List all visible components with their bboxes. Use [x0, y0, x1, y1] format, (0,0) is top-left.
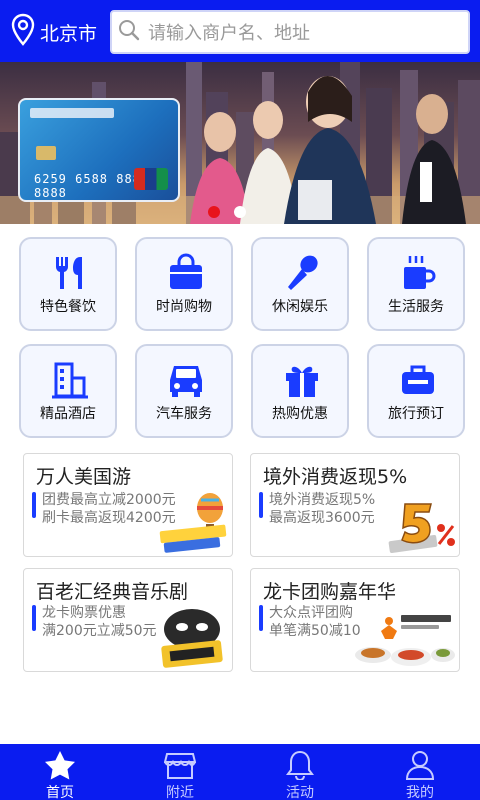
tab-events[interactable]: 活动: [240, 744, 360, 800]
category-label: 精品酒店: [40, 406, 96, 422]
tab-label: 我的: [406, 785, 434, 800]
tab-label: 首页: [46, 785, 74, 800]
category-dining[interactable]: 特色餐饮: [19, 237, 117, 331]
category-label: 热购优惠: [272, 406, 328, 422]
tab-label: 活动: [286, 785, 314, 800]
category-label: 特色餐饮: [40, 299, 96, 315]
promo-line: 最高返现3600元: [269, 510, 375, 526]
car-icon: [170, 366, 202, 397]
category-life-services[interactable]: 生活服务: [367, 237, 465, 331]
bottom-tab-bar: 首页 附近 活动 我的: [0, 744, 480, 800]
promo-line: 大众点评团购: [269, 605, 353, 621]
category-label: 生活服务: [388, 299, 444, 315]
shoppers-image: [190, 75, 466, 224]
promo-accent-bar: [32, 492, 36, 518]
promo-card-usa-tour[interactable]: 万人美国游 团费最高立减2000元 刷卡最高返现4200元: [23, 453, 233, 557]
category-travel[interactable]: 旅行预订: [367, 344, 465, 438]
five-percent-image: [388, 503, 455, 554]
hotel-building-icon: [52, 362, 88, 399]
microphone-icon: [288, 255, 318, 290]
promo-line: 满200元立减50元: [42, 623, 157, 639]
carousel-indicator: [208, 206, 246, 218]
star-icon: [45, 751, 75, 780]
search-placeholder: 请输入商户名、地址: [148, 23, 310, 44]
promo-accent-bar: [32, 605, 36, 631]
city-name: 北京市: [40, 22, 98, 45]
theater-mask-image: [161, 609, 223, 668]
top-bar: 北京市 请输入商户名、地址: [0, 0, 480, 62]
promo-title: 万人美国游: [36, 466, 132, 488]
tab-label: 附近: [166, 785, 194, 800]
category-hotel[interactable]: 精品酒店: [19, 344, 117, 438]
gift-icon: [286, 366, 318, 397]
location-pin-icon: [10, 13, 36, 51]
category-shopping[interactable]: 时尚购物: [135, 237, 233, 331]
mug-icon: [404, 256, 436, 289]
bell-icon: [286, 750, 314, 780]
category-label: 旅行预订: [388, 406, 444, 422]
carousel-dot-2[interactable]: [234, 206, 246, 218]
promo-banner[interactable]: 6259 6588 8888 8888: [0, 62, 480, 224]
carousel-dot-1[interactable]: [208, 206, 220, 218]
promo-line: 境外消费返现5%: [269, 492, 376, 508]
promo-title: 百老汇经典音乐剧: [36, 581, 189, 603]
category-label: 休闲娱乐: [272, 299, 328, 315]
user-icon: [405, 751, 435, 780]
promo-title: 龙卡团购嘉年华: [263, 581, 397, 603]
tab-profile[interactable]: 我的: [360, 744, 480, 800]
luggage-icon: [402, 365, 434, 394]
category-entertainment[interactable]: 休闲娱乐: [251, 237, 349, 331]
bank-card-image: 6259 6588 8888 8888: [18, 98, 180, 202]
promo-card-overseas-cashback[interactable]: 境外消费返现5% 境外消费返现5% 最高返现3600元: [250, 453, 460, 557]
search-input[interactable]: 请输入商户名、地址: [110, 10, 470, 54]
shopping-bag-icon: [170, 253, 202, 289]
category-auto[interactable]: 汽车服务: [135, 344, 233, 438]
category-hot-deals[interactable]: 热购优惠: [251, 344, 349, 438]
balloon-travel-image: [159, 493, 227, 553]
promo-title: 境外消费返现5%: [263, 466, 408, 488]
tab-nearby[interactable]: 附近: [120, 744, 240, 800]
search-icon: [112, 19, 148, 45]
city-selector[interactable]: 北京市: [10, 13, 98, 51]
promo-accent-bar: [259, 492, 263, 518]
dianping-food-image: [355, 615, 455, 666]
promo-card-broadway[interactable]: 百老汇经典音乐剧 龙卡购票优惠 满200元立减50元: [23, 568, 233, 672]
category-label: 汽车服务: [156, 406, 212, 422]
promo-card-group-buy[interactable]: 龙卡团购嘉年华 大众点评团购 单笔满50减10: [250, 568, 460, 672]
tab-home[interactable]: 首页: [0, 744, 120, 800]
promo-accent-bar: [259, 605, 263, 631]
fork-knife-icon: [55, 257, 82, 289]
promo-line: 龙卡购票优惠: [42, 605, 126, 621]
promo-line: 单笔满50减10: [269, 623, 361, 639]
storefront-icon: [164, 753, 196, 779]
category-label: 时尚购物: [156, 299, 212, 315]
